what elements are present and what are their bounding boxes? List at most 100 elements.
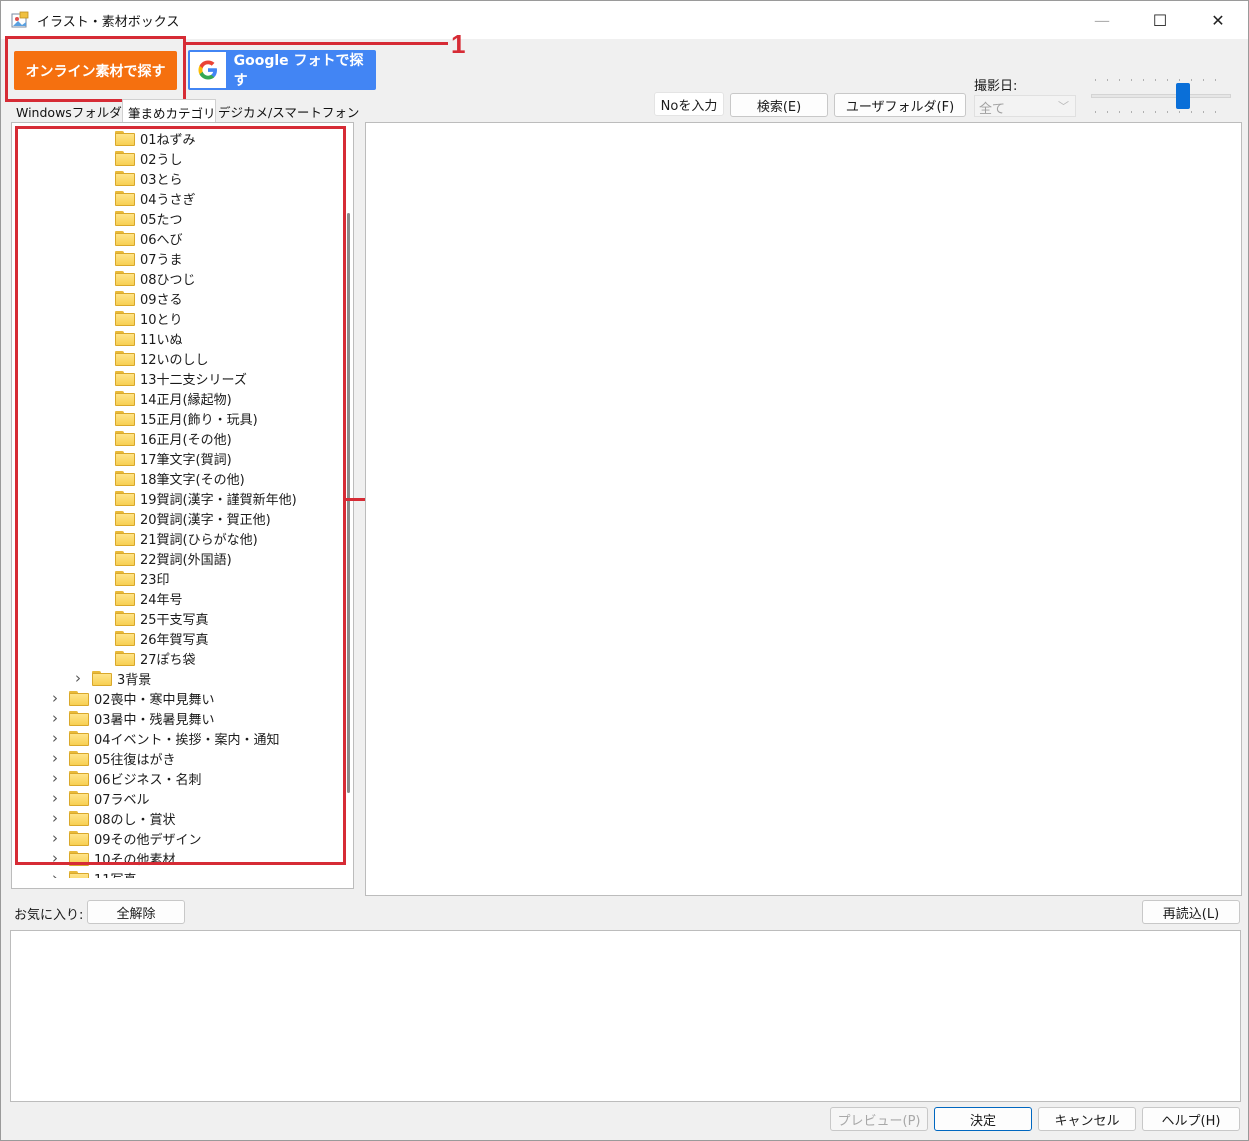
chevron-right-icon[interactable]: › [49,689,61,707]
close-button[interactable]: ✕ [1195,1,1241,39]
cancel-button[interactable]: キャンセル [1038,1107,1136,1131]
chevron-right-icon[interactable]: › [72,669,84,687]
tree-item-child[interactable]: 06へび [115,228,183,248]
tree-item-label: 08ひつじ [140,272,196,288]
tree-item-child[interactable]: 09さる [115,288,183,308]
folder-icon [115,630,135,646]
no-input-button[interactable]: Noを入力 [654,92,724,116]
chevron-right-icon[interactable]: › [49,849,61,867]
tree-item-label: 23印 [140,572,170,588]
folder-icon [115,530,135,546]
tree-item-child[interactable]: 27ぽち袋 [115,648,196,668]
tree-item-label: 22賀詞(外国語) [140,552,232,568]
tree-scrollbar[interactable] [342,123,353,888]
tree-item-label: 25干支写真 [140,612,209,628]
tree-item-child[interactable]: 10とり [115,308,183,328]
tab-fudemame-category[interactable]: 筆まめカテゴリ [122,99,216,123]
reload-button[interactable]: 再読込(L) [1142,900,1240,924]
thumbnail-grid[interactable] [365,122,1242,896]
clear-all-button[interactable]: 全解除 [87,900,185,924]
tree-item-label: 20賀詞(漢字・賀正他) [140,512,271,528]
tree-item-child[interactable]: 23印 [115,568,170,588]
tree-item-label: 02喪中・寒中見舞い [94,692,215,708]
help-button[interactable]: ヘルプ(H) [1142,1107,1240,1131]
user-folder-button[interactable]: ユーザフォルダ(F) [834,93,966,117]
tree-item-child[interactable]: 14正月(縁起物) [115,388,232,408]
folder-icon [115,350,135,366]
date-select[interactable]: 全て ﹀ [974,95,1076,117]
folder-icon [69,710,89,726]
folder-icon [69,850,89,866]
favorites-panel[interactable] [10,930,1241,1102]
chevron-right-icon[interactable]: › [49,789,61,807]
tree-item-label: 08のし・賞状 [94,812,176,828]
tree-item-child[interactable]: 24年号 [115,588,183,608]
tree-item-child[interactable]: 02うし [115,148,183,168]
ok-button[interactable]: 決定 [934,1107,1032,1131]
tree-scrollbar-thumb[interactable] [347,213,350,793]
tab-digicam-smartphone[interactable]: デジカメ/スマートフォン [218,99,359,123]
chevron-right-icon[interactable]: › [49,769,61,787]
tree-item-category[interactable]: › 02喪中・寒中見舞い [49,688,215,708]
chevron-right-icon[interactable]: › [49,829,61,847]
search-button[interactable]: 検索(E) [730,93,828,117]
folder-icon [115,650,135,666]
folder-icon [115,610,135,626]
chevron-right-icon[interactable]: › [49,709,61,727]
tree-item-label: 17筆文字(賀詞) [140,452,232,468]
tree-item-child[interactable]: 01ねずみ [115,128,196,148]
tree-item-child[interactable]: 18筆文字(その他) [115,468,245,488]
tree-item-label: 05たつ [140,212,183,228]
tree-item-child[interactable]: 12いのしし [115,348,209,368]
tree-item-label: 12いのしし [140,352,209,368]
tree-item-child[interactable]: 13十二支シリーズ [115,368,247,388]
tree-item-child[interactable]: 16正月(その他) [115,428,232,448]
chevron-right-icon[interactable]: › [49,809,61,827]
online-search-button[interactable]: オンライン素材で探す [14,51,177,90]
tree-hscrollbar[interactable] [12,878,342,888]
window-title: イラスト・素材ボックス [37,15,180,30]
category-tree[interactable]: 01ねずみ 02うし 03とら 04うさぎ 05たつ 06へび 07うま 08ひつじ 09さる 1… [11,122,354,889]
maximize-button[interactable]: ☐ [1137,1,1183,39]
thumbnail-size-slider[interactable] [1091,75,1231,119]
tree-item-child[interactable]: 22賀詞(外国語) [115,548,232,568]
tree-item-child[interactable]: 19賀詞(漢字・謹賀新年他) [115,488,297,508]
tree-item-child[interactable]: 20賀詞(漢字・賀正他) [115,508,271,528]
tree-item-child[interactable]: 11いぬ [115,328,183,348]
folder-icon [115,150,135,166]
tree-item-category[interactable]: › 08のし・賞状 [49,808,176,828]
tree-item-child[interactable]: 17筆文字(賀詞) [115,448,232,468]
tree-item-category[interactable]: › 05往復はがき [49,748,176,768]
tree-item-label: 10その他素材 [94,852,176,868]
folder-icon [115,470,135,486]
tree-item-child[interactable]: 15正月(飾り・玩具) [115,408,258,428]
tree-item-category[interactable]: › 03暑中・残暑見舞い [49,708,215,728]
close-icon: ✕ [1211,10,1225,30]
preview-button[interactable]: プレビュー(P) [830,1107,928,1131]
tree-item-subfolder[interactable]: › 3背景 [72,668,151,688]
tree-item-category[interactable]: › 09その他デザイン [49,828,202,848]
tree-item-child[interactable]: 26年賀写真 [115,628,209,648]
chevron-right-icon[interactable]: › [49,749,61,767]
tree-item-category[interactable]: › 06ビジネス・名刺 [49,768,202,788]
tree-item-child[interactable]: 21賀詞(ひらがな他) [115,528,258,548]
tree-item-child[interactable]: 08ひつじ [115,268,196,288]
tree-item-category[interactable]: › 10その他素材 [49,848,176,868]
tree-item-child[interactable]: 03とら [115,168,183,188]
chevron-right-icon[interactable]: › [49,729,61,747]
tree-item-child[interactable]: 04うさぎ [115,188,196,208]
tree-item-child[interactable]: 25干支写真 [115,608,209,628]
slider-thumb[interactable] [1176,83,1190,109]
folder-icon [115,370,135,386]
tree-item-child[interactable]: 07うま [115,248,183,268]
folder-icon [115,510,135,526]
google-photos-button[interactable]: Google フォトで探す [188,50,376,90]
tree-item-label: 14正月(縁起物) [140,392,232,408]
callout-number-1: 1 [451,29,466,59]
tree-item-category[interactable]: › 04イベント・挨拶・案内・通知 [49,728,280,748]
minimize-button[interactable]: — [1079,1,1125,39]
tree-item-category[interactable]: › 07ラベル [49,788,150,808]
slider-ticks-bottom [1095,111,1227,113]
tree-item-child[interactable]: 05たつ [115,208,183,228]
tab-windows-folder[interactable]: Windowsフォルダ [16,99,122,123]
